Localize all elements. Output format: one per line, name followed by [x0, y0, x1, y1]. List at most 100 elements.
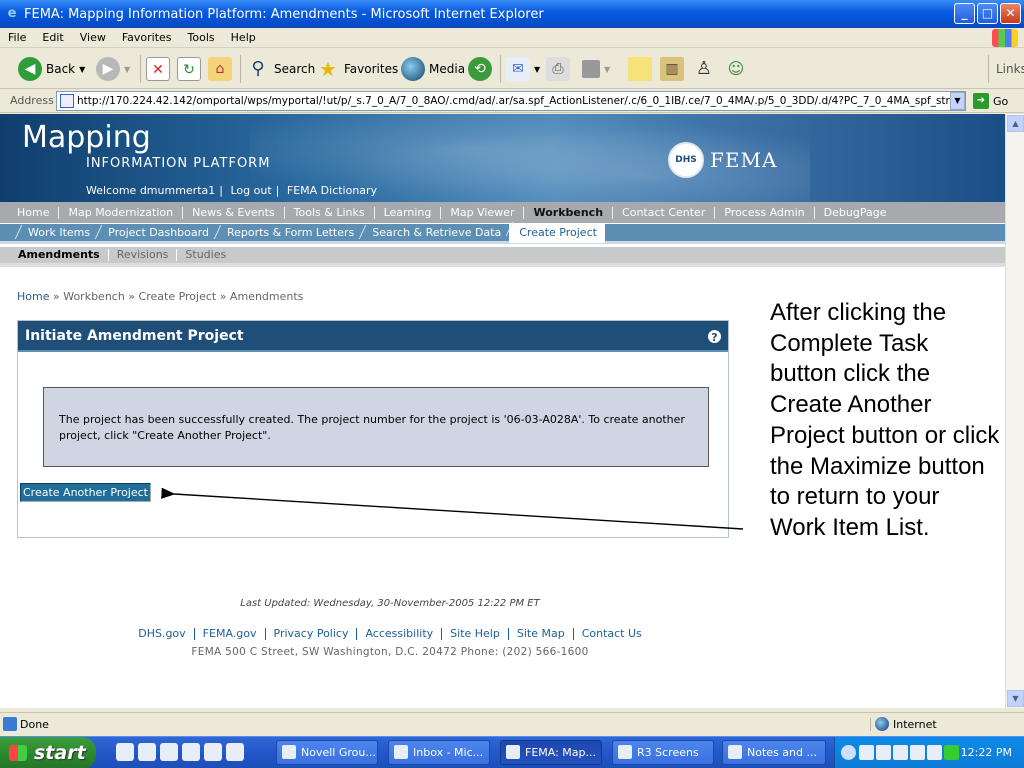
quicklaunch-icon[interactable]	[138, 743, 156, 761]
discuss-button[interactable]	[628, 55, 652, 83]
scroll-up-icon[interactable]: ▲	[1007, 115, 1024, 132]
edit-dropdown-icon[interactable]: ▼	[604, 65, 610, 74]
address-input[interactable]: http://170.224.42.142/omportal/wps/mypor…	[56, 91, 966, 111]
menu-help[interactable]: Help	[223, 31, 264, 44]
quicklaunch-icon[interactable]	[116, 743, 134, 761]
subnav-search-retrieve-data[interactable]: Search & Retrieve Data	[362, 226, 509, 239]
footer-link-site-map[interactable]: Site Map	[509, 628, 574, 640]
panel-title: Initiate Amendment Project	[18, 321, 728, 352]
mail-dropdown-icon[interactable]: ▼	[534, 65, 540, 74]
tab-amendments[interactable]: Amendments	[10, 249, 109, 261]
page-viewport: Mapping INFORMATION PLATFORM Welcome dmu…	[0, 114, 1005, 708]
vertical-scrollbar[interactable]: ▲ ▼	[1005, 114, 1024, 708]
nav-map-viewer[interactable]: Map Viewer	[441, 206, 525, 219]
tray-icon[interactable]	[893, 745, 908, 760]
research-button[interactable]: ▥	[660, 55, 684, 83]
signal-icon[interactable]	[944, 745, 959, 760]
welcome-text: Welcome dmummerta1	[86, 184, 216, 197]
quick-launch	[116, 743, 244, 761]
nav-learning[interactable]: Learning	[375, 206, 442, 219]
footer-address: FEMA 500 C Street, SW Washington, D.C. 2…	[191, 646, 589, 658]
tab-revisions[interactable]: Revisions	[109, 249, 178, 261]
forward-dropdown-icon[interactable]: ▼	[124, 65, 130, 74]
stop-button[interactable]: ✕	[146, 55, 170, 83]
tertiary-nav: Amendments Revisions Studies	[0, 247, 1005, 267]
menu-tools[interactable]: Tools	[180, 31, 223, 44]
footer-link-fema[interactable]: FEMA.gov	[195, 628, 266, 640]
menu-edit[interactable]: Edit	[34, 31, 71, 44]
clock[interactable]: 12:22 PM	[961, 746, 1012, 759]
page-done-icon	[3, 717, 17, 731]
print-button[interactable]: ⎙	[546, 55, 570, 83]
tray-icon[interactable]	[859, 745, 874, 760]
nav-workbench[interactable]: Workbench	[524, 206, 614, 219]
media-button[interactable]: Media	[401, 55, 465, 83]
footer-link-dhs[interactable]: DHS.gov	[130, 628, 195, 640]
subnav-create-project[interactable]: Create Project	[509, 222, 605, 243]
subnav-reports-form-letters[interactable]: Reports & Form Letters	[217, 226, 362, 239]
create-another-project-button[interactable]: Create Another Project	[20, 483, 151, 502]
tab-studies[interactable]: Studies	[177, 249, 234, 261]
back-button[interactable]: ◀ Back ▼	[18, 55, 85, 83]
task-inbox[interactable]: Inbox - Mic...	[388, 740, 490, 765]
dictionary-link[interactable]: FEMA Dictionary	[287, 184, 377, 197]
footer-link-accessibility[interactable]: Accessibility	[357, 628, 443, 640]
tray-icon[interactable]	[876, 745, 891, 760]
nav-map-modernization[interactable]: Map Modernization	[59, 206, 184, 219]
menu-view[interactable]: View	[72, 31, 114, 44]
nav-contact-center[interactable]: Contact Center	[613, 206, 716, 219]
home-icon: ⌂	[208, 57, 232, 81]
nav-debug-page[interactable]: DebugPage	[815, 206, 896, 219]
task-notes[interactable]: Notes and ...	[722, 740, 826, 765]
close-button[interactable]: ✕	[1000, 3, 1021, 24]
maximize-button[interactable]: □	[977, 3, 998, 24]
messenger-button[interactable]: ♙	[692, 55, 716, 83]
history-button[interactable]: ⟲	[468, 55, 492, 83]
tray-expand-icon[interactable]	[841, 745, 856, 760]
links-button[interactable]: Links	[996, 55, 1024, 83]
quicklaunch-icon[interactable]	[204, 743, 222, 761]
footer-link-contact[interactable]: Contact Us	[574, 628, 650, 640]
nav-tools-links[interactable]: Tools & Links	[285, 206, 375, 219]
address-url: http://170.224.42.142/omportal/wps/mypor…	[77, 95, 966, 107]
contacts-button[interactable]: ☺	[724, 55, 748, 83]
help-icon[interactable]: ?	[707, 329, 722, 344]
task-fema[interactable]: FEMA: Map...	[500, 740, 602, 765]
quicklaunch-icon[interactable]	[182, 743, 200, 761]
quicklaunch-icon[interactable]	[160, 743, 178, 761]
menu-favorites[interactable]: Favorites	[114, 31, 180, 44]
favorites-button[interactable]: ★ Favorites	[316, 55, 398, 83]
breadcrumb: Home » Workbench » Create Project » Amen…	[17, 290, 303, 303]
footer-link-site-help[interactable]: Site Help	[442, 628, 509, 640]
home-button[interactable]: ⌂	[208, 55, 232, 83]
dhs-seal-icon: DHS	[668, 142, 704, 178]
subnav-work-items[interactable]: Work Items	[18, 226, 98, 239]
search-button[interactable]: ⚲ Search	[246, 55, 315, 83]
minimize-button[interactable]: _	[954, 3, 975, 24]
edit-button[interactable]: ▼	[582, 55, 610, 83]
tray-icon[interactable]	[910, 745, 925, 760]
nav-home[interactable]: Home	[8, 206, 60, 219]
quicklaunch-icon[interactable]	[226, 743, 244, 761]
window-title-bar[interactable]: e FEMA: Mapping Information Platform: Am…	[0, 0, 1024, 28]
task-r3-screens[interactable]: R3 Screens	[612, 740, 714, 765]
start-button[interactable]: start	[0, 737, 96, 768]
task-novell[interactable]: Novell Grou...	[276, 740, 378, 765]
breadcrumb-home-link[interactable]: Home	[17, 290, 49, 303]
footer-link-privacy[interactable]: Privacy Policy	[266, 628, 358, 640]
subnav-project-dashboard[interactable]: Project Dashboard	[98, 226, 217, 239]
scroll-down-icon[interactable]: ▼	[1007, 690, 1024, 707]
go-button[interactable]: ➜ Go	[973, 92, 1023, 110]
back-label: Back	[46, 62, 76, 76]
nav-news-events[interactable]: News & Events	[183, 206, 285, 219]
mail-button[interactable]: ✉ ▼	[506, 55, 540, 83]
logout-link[interactable]: Log out	[230, 184, 271, 197]
nav-process-admin[interactable]: Process Admin	[715, 206, 815, 219]
research-books-icon: ▥	[660, 57, 684, 81]
tray-icon[interactable]	[927, 745, 942, 760]
refresh-button[interactable]: ↻	[177, 55, 201, 83]
forward-button[interactable]: ▶ ▼	[96, 55, 130, 83]
menu-file[interactable]: File	[0, 31, 34, 44]
address-dropdown-icon[interactable]: ▼	[950, 92, 965, 110]
back-dropdown-icon[interactable]: ▼	[79, 65, 85, 74]
